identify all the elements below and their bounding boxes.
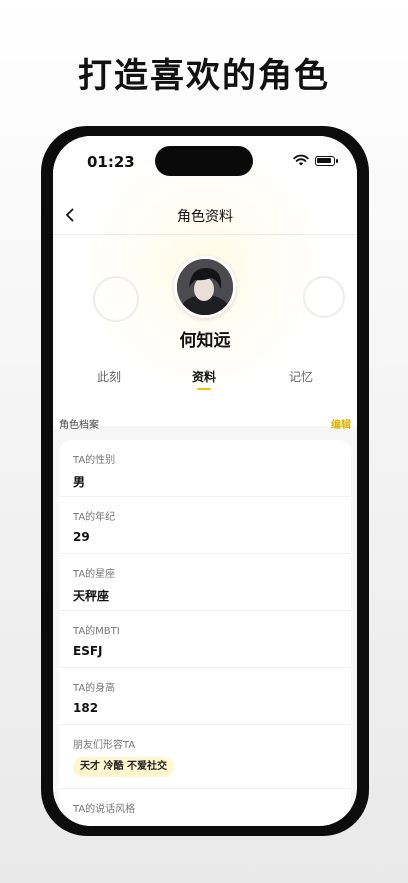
field-friends-describe: 朋友们形容TA 天才 冷酷 不爱社交 bbox=[59, 725, 351, 789]
wifi-icon bbox=[293, 154, 309, 166]
field-age: TA的年纪 29 bbox=[59, 497, 351, 554]
field-label: TA的身高 bbox=[73, 683, 116, 694]
field-zodiac: TA的星座 天秤座 bbox=[59, 554, 351, 611]
page-title: 角色资料 bbox=[177, 209, 233, 225]
section-title: 角色档案 bbox=[59, 420, 99, 431]
decorative-circle bbox=[93, 276, 139, 322]
field-label: TA的说话风格 bbox=[73, 804, 136, 815]
app-screen: 01:23 角色资料 何知远 此刻 资料 记忆 角色档案 编辑 TA的性别 男 … bbox=[53, 136, 357, 826]
field-value: 182 bbox=[73, 701, 99, 715]
profile-section-header: 角色档案 编辑 bbox=[59, 416, 351, 432]
field-height: TA的身高 182 bbox=[59, 668, 351, 725]
field-label: TA的年纪 bbox=[73, 512, 116, 523]
field-label: 朋友们形容TA bbox=[73, 740, 136, 751]
dynamic-island bbox=[155, 146, 253, 176]
field-value: 29 bbox=[73, 530, 90, 544]
avatar-portrait bbox=[177, 259, 233, 315]
battery-cap bbox=[336, 159, 338, 163]
profile-card: TA的性别 男 TA的年纪 29 TA的星座 天秤座 TA的MBTI ESFJ … bbox=[59, 440, 351, 826]
field-value: 男 bbox=[73, 475, 86, 489]
field-value: 天秤座 bbox=[73, 589, 110, 603]
battery-icon bbox=[315, 156, 335, 166]
field-label: TA的星座 bbox=[73, 569, 116, 580]
trait-tag: 天才 冷酷 不爱社交 bbox=[73, 757, 174, 777]
field-label: TA的性别 bbox=[73, 455, 116, 466]
field-label: TA的MBTI bbox=[73, 626, 120, 637]
nav-divider bbox=[53, 234, 357, 235]
decorative-circle bbox=[303, 276, 345, 318]
tab-memory[interactable]: 记忆 bbox=[261, 368, 341, 385]
status-time: 01:23 bbox=[87, 153, 135, 171]
tab-now[interactable]: 此刻 bbox=[69, 368, 149, 385]
tab-bar: 此刻 资料 记忆 bbox=[53, 368, 357, 398]
avatar[interactable] bbox=[174, 256, 236, 318]
active-tab-indicator bbox=[197, 388, 211, 390]
navigation-bar: 角色资料 bbox=[53, 196, 357, 242]
field-speaking-style: TA的说话风格 bbox=[59, 789, 351, 826]
headline: 打造喜欢的角色 bbox=[78, 56, 330, 96]
phone-frame: 01:23 角色资料 何知远 此刻 资料 记忆 角色档案 编辑 TA的性别 男 … bbox=[41, 126, 369, 836]
tab-profile[interactable]: 资料 bbox=[164, 368, 244, 385]
field-mbti: TA的MBTI ESFJ bbox=[59, 611, 351, 668]
character-name: 何知远 bbox=[179, 331, 231, 351]
edit-button[interactable]: 编辑 bbox=[331, 416, 351, 431]
field-value: ESFJ bbox=[73, 644, 103, 658]
field-gender: TA的性别 男 bbox=[59, 440, 351, 497]
